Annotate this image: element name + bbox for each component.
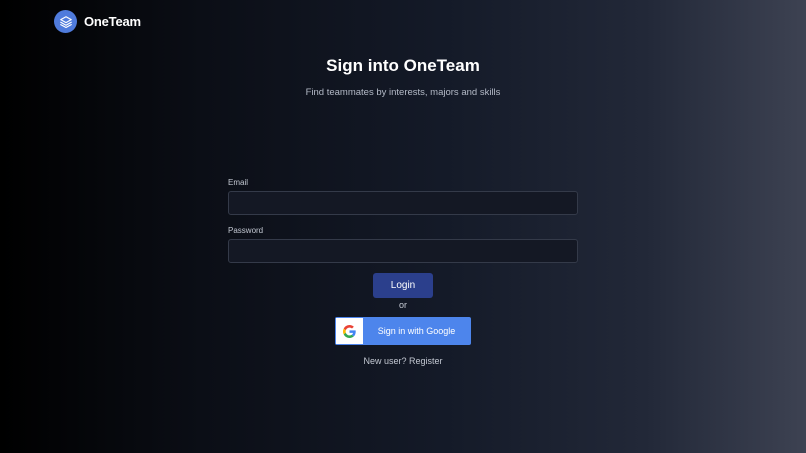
google-sign-in-label: Sign in with Google [377, 326, 456, 336]
page-title: Sign into OneTeam [326, 56, 480, 75]
brand[interactable]: OneTeam [54, 10, 141, 33]
login-button[interactable]: Login [373, 273, 433, 298]
google-sign-in-button[interactable]: Sign in with Google [335, 317, 471, 345]
register-prompt: New user? Register [0, 356, 806, 366]
google-g-icon [336, 318, 363, 344]
new-user-text: New user? [363, 356, 407, 366]
password-label: Password [228, 226, 264, 235]
password-field[interactable] [228, 239, 578, 263]
email-field[interactable] [228, 191, 578, 215]
brand-name: OneTeam [84, 14, 141, 29]
page-subtitle: Find teammates by interests, majors and … [305, 87, 501, 98]
layers-icon [54, 10, 77, 33]
or-divider-text: or [398, 300, 407, 310]
register-link[interactable]: Register [409, 356, 443, 366]
login-form: Email Password [228, 178, 578, 263]
email-label: Email [228, 178, 249, 187]
